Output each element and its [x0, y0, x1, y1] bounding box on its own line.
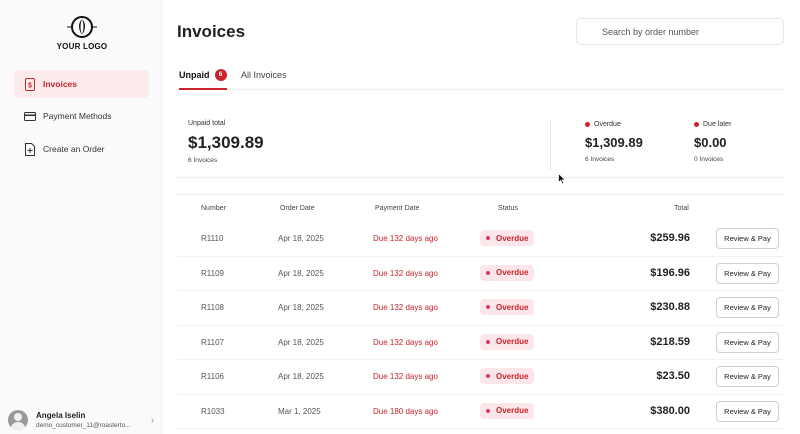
order-date: Apr 18, 2025 — [278, 234, 324, 243]
review-pay-button[interactable]: Review & Pay — [716, 262, 779, 284]
sidebar-item-label: Create an Order — [43, 144, 105, 154]
tab-label: All Invoices — [241, 70, 287, 80]
review-pay-button[interactable]: Review & Pay — [716, 228, 779, 249]
overdue-dot-icon — [585, 121, 590, 127]
invoice-number: R1108 — [201, 303, 224, 312]
status-badge: Overdue — [480, 299, 535, 315]
due-later-count: 0 Invoices — [694, 156, 724, 163]
review-pay-button[interactable]: Review & Pay — [716, 331, 779, 353]
status-dot-icon — [486, 408, 490, 413]
table-body: R1110 Apr 18, 2025 Due 132 days ago Overdue… — [177, 222, 784, 429]
logo-icon — [67, 16, 97, 38]
user-profile[interactable]: Angela Iselin demo_customer_11@roasterto… — [8, 407, 158, 433]
document-plus-icon — [24, 142, 36, 156]
overdue-amount: $1,309.89 — [585, 135, 643, 150]
payment-due: Due 132 days ago — [373, 303, 438, 312]
invoice-icon: $ — [24, 77, 36, 91]
invoice-total: $218.59 — [650, 335, 690, 348]
invoice-tabs: Unpaid 6 All Invoices — [177, 66, 784, 90]
status-badge: Overdue — [480, 230, 535, 246]
invoice-number: R1110 — [201, 234, 224, 243]
review-pay-button[interactable]: Review & Pay — [716, 297, 779, 318]
tab-unpaid[interactable]: Unpaid 6 — [179, 66, 227, 90]
invoice-total: $196.96 — [650, 266, 690, 279]
status-badge: Overdue — [480, 264, 535, 281]
invoice-number: R1109 — [201, 268, 224, 278]
table-row: R1107 Apr 18, 2025 Due 132 days ago Overdue… — [177, 326, 784, 360]
status-badge: Overdue — [480, 402, 535, 419]
status-badge: Overdue — [480, 333, 535, 350]
invoice-number: R1033 — [201, 406, 225, 416]
payment-due: Due 132 days ago — [373, 372, 438, 381]
invoice-total: $259.96 — [650, 232, 690, 244]
column-header-total: Total — [674, 205, 689, 212]
sidebar-item-invoices[interactable]: $ Invoices — [14, 70, 149, 98]
status-dot-icon — [486, 305, 490, 309]
logo-text: YOUR LOGO — [56, 42, 108, 51]
search-input[interactable] — [576, 18, 784, 45]
svg-text:$: $ — [28, 82, 32, 89]
invoice-table: Number Order Date Payment Date Status To… — [177, 194, 784, 429]
table-row: R1106 Apr 18, 2025 Due 132 days ago Overdue… — [177, 360, 784, 395]
user-name: Angela Iselin — [36, 411, 86, 420]
payment-due: Due 132 days ago — [373, 268, 438, 278]
column-header-status: Status — [498, 205, 518, 212]
invoice-total: $230.88 — [650, 301, 690, 313]
table-row: R1033 Mar 1, 2025 Due 180 days ago Overdue $… — [177, 395, 784, 429]
column-header-payment-date: Payment Date — [375, 205, 420, 212]
unpaid-count-badge: 6 — [214, 69, 227, 81]
table-header: Number Order Date Payment Date Status To… — [177, 194, 784, 222]
column-header-number: Number — [201, 205, 226, 212]
avatar — [8, 410, 28, 430]
invoice-summary: Unpaid total $1,309.89 6 Invoices Overdu… — [177, 108, 784, 178]
overdue-label: Overdue — [585, 121, 621, 128]
unpaid-total-amount: $1,309.89 — [188, 133, 264, 152]
payment-due: Due 132 days ago — [373, 234, 438, 243]
user-email: demo_customer_11@roasterto... — [36, 422, 131, 429]
invoice-number: R1107 — [201, 337, 224, 347]
order-date: Mar 1, 2025 — [278, 406, 321, 416]
review-pay-button[interactable]: Review & Pay — [716, 366, 779, 387]
status-dot-icon — [486, 236, 490, 240]
sidebar-item-label: Invoices — [43, 79, 78, 89]
order-date: Apr 18, 2025 — [278, 337, 324, 347]
unpaid-total-count: 6 Invoices — [188, 157, 218, 164]
sidebar-item-label: Payment Methods — [43, 111, 112, 121]
status-badge: Overdue — [480, 368, 535, 384]
sidebar-item-create-order[interactable]: Create an Order — [14, 135, 149, 163]
sidebar: YOUR LOGO $ Invoices Payment Methods Cre… — [0, 0, 162, 434]
mouse-cursor-icon — [558, 173, 566, 185]
invoice-number: R1106 — [201, 372, 224, 381]
review-pay-button[interactable]: Review & Pay — [716, 400, 779, 422]
unpaid-total-label: Unpaid total — [188, 120, 226, 127]
table-row: R1109 Apr 18, 2025 Due 132 days ago Overdue… — [177, 257, 784, 291]
overdue-count: 6 Invoices — [585, 156, 615, 163]
company-logo[interactable]: YOUR LOGO — [52, 14, 112, 51]
due-later-dot-icon — [694, 121, 699, 127]
tab-label: Unpaid — [179, 70, 210, 80]
page-title: Invoices — [177, 22, 246, 41]
status-dot-icon — [486, 339, 490, 344]
tab-all-invoices[interactable]: All Invoices — [241, 66, 287, 90]
order-date: Apr 18, 2025 — [278, 303, 324, 312]
status-dot-icon — [486, 270, 490, 275]
due-later-amount: $0.00 — [694, 135, 727, 150]
invoice-total: $23.50 — [656, 370, 690, 382]
order-date: Apr 18, 2025 — [278, 268, 324, 278]
status-dot-icon — [486, 374, 490, 378]
invoice-total: $380.00 — [650, 404, 690, 417]
chevron-right-icon: › — [151, 415, 154, 425]
payment-due: Due 132 days ago — [373, 337, 438, 347]
table-row: R1110 Apr 18, 2025 Due 132 days ago Overdue… — [177, 222, 784, 257]
summary-divider — [550, 120, 551, 170]
due-later-label: Due later — [694, 121, 731, 128]
credit-card-icon — [24, 109, 36, 123]
sidebar-item-payment-methods[interactable]: Payment Methods — [14, 102, 149, 130]
table-row: R1108 Apr 18, 2025 Due 132 days ago Overdue… — [177, 291, 784, 326]
column-header-order-date: Order Date — [280, 205, 315, 212]
order-date: Apr 18, 2025 — [278, 372, 324, 381]
payment-due: Due 180 days ago — [373, 406, 438, 416]
